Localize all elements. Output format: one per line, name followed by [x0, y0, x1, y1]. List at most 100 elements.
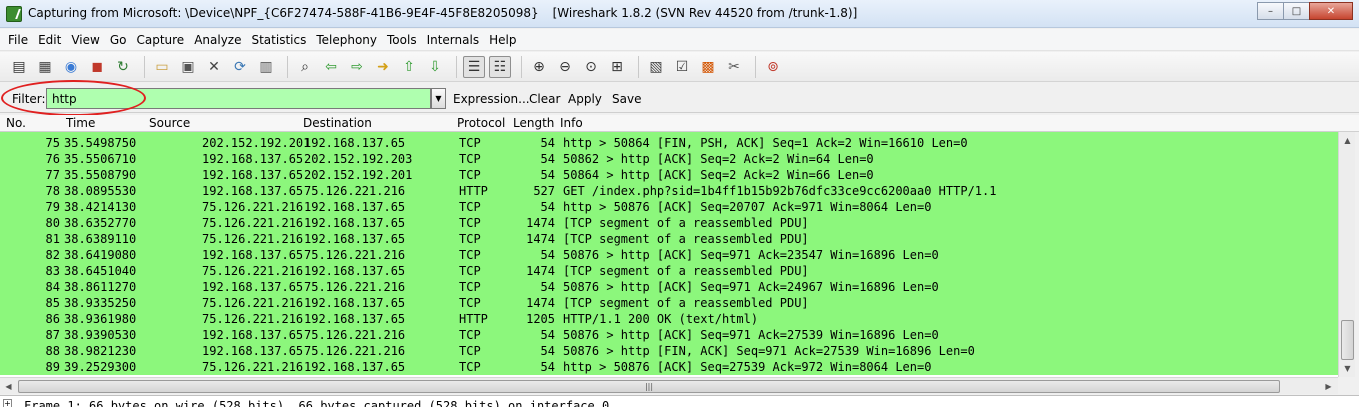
table-row[interactable]: 82 38.6419080 192.168.137.65 75.126.221.216…	[0, 247, 1338, 263]
menu-view[interactable]: View	[71, 33, 99, 47]
table-row[interactable]: 77 35.5508790 192.168.137.65 202.152.192.20…	[0, 167, 1338, 183]
close-button[interactable]: ✕	[1309, 2, 1353, 20]
open-file-icon[interactable]: ▭	[151, 56, 173, 78]
last-packet-icon[interactable]: ⇩	[424, 56, 446, 78]
normal-size-icon[interactable]: ⊙	[580, 56, 602, 78]
goto-packet-icon[interactable]: ➜	[372, 56, 394, 78]
help-icon[interactable]: ⊚	[762, 56, 784, 78]
save-filter-button[interactable]: Save	[612, 92, 641, 106]
preferences-icon[interactable]: ✂	[723, 56, 745, 78]
menu-analyze[interactable]: Analyze	[194, 33, 241, 47]
scroll-left-icon[interactable]: ◀	[0, 378, 17, 395]
scroll-right-icon[interactable]: ▶	[1320, 378, 1337, 395]
table-row[interactable]: 79 38.4214130 75.126.221.216 192.168.137.65…	[0, 199, 1338, 215]
packet-destination: 192.168.137.65	[304, 360, 406, 374]
packet-destination: 192.168.137.65	[304, 200, 406, 214]
table-row[interactable]: 80 38.6352770 75.126.221.216 192.168.137.65…	[0, 215, 1338, 231]
scroll-down-icon[interactable]: ▼	[1339, 360, 1356, 377]
print-icon[interactable]: ▥	[255, 56, 277, 78]
packet-source: 75.126.221.216	[202, 200, 304, 214]
first-packet-icon[interactable]: ⇧	[398, 56, 420, 78]
expression-button[interactable]: Expression...	[453, 92, 530, 106]
coloring-rules-icon[interactable]: ▩	[697, 56, 719, 78]
menu-help[interactable]: Help	[489, 33, 516, 47]
packet-info: [TCP segment of a reassembled PDU]	[563, 216, 809, 230]
packet-list-horizontal-scrollbar[interactable]: ◀ ||| ▶	[0, 377, 1338, 394]
horizontal-scroll-thumb[interactable]: |||	[18, 380, 1280, 393]
packet-destination: 192.168.137.65	[304, 232, 406, 246]
table-row[interactable]: 78 38.0895530 192.168.137.65 75.126.221.216…	[0, 183, 1338, 199]
column-info[interactable]: Info	[560, 116, 583, 130]
packet-source: 75.126.221.216	[202, 312, 304, 326]
display-filters-icon[interactable]: ☑	[671, 56, 693, 78]
table-row[interactable]: 75 35.5498750 202.152.192.201 192.168.137.6…	[0, 135, 1338, 151]
packet-protocol: TCP	[459, 152, 481, 166]
toolbar-separator	[287, 55, 288, 78]
minimize-button[interactable]: –	[1257, 2, 1284, 20]
table-row[interactable]: 84 38.8611270 192.168.137.65 75.126.221.216…	[0, 279, 1338, 295]
table-row[interactable]: 83 38.6451040 75.126.221.216 192.168.137.65…	[0, 263, 1338, 279]
table-row[interactable]: 85 38.9335250 75.126.221.216 192.168.137.65…	[0, 295, 1338, 311]
start-capture-icon[interactable]: ◉	[60, 56, 82, 78]
table-row[interactable]: 87 38.9390530 192.168.137.65 75.126.221.216…	[0, 327, 1338, 343]
resize-columns-icon[interactable]: ⊞	[606, 56, 628, 78]
save-file-icon[interactable]: ▣	[177, 56, 199, 78]
scroll-up-icon[interactable]: ▲	[1339, 132, 1356, 149]
back-icon-glyph: ⇦	[325, 58, 337, 75]
packet-destination: 192.168.137.65	[304, 312, 406, 326]
stop-capture-icon[interactable]: ◼	[86, 56, 108, 78]
column-no[interactable]: No.	[6, 116, 26, 130]
column-time[interactable]: Time	[66, 116, 95, 130]
menu-edit[interactable]: Edit	[38, 33, 61, 47]
expand-frame-icon[interactable]: +	[3, 399, 12, 407]
find-icon[interactable]: ⌕	[294, 56, 316, 78]
column-length[interactable]: Length	[513, 116, 554, 130]
maximize-button[interactable]: □	[1283, 2, 1310, 20]
interfaces-icon-glyph: ▤	[12, 58, 26, 75]
column-source[interactable]: Source	[149, 116, 190, 130]
normal-size-icon-glyph: ⊙	[585, 58, 597, 75]
packet-time: 38.4214130	[64, 200, 137, 214]
capture-options-icon[interactable]: ▦	[34, 56, 56, 78]
column-destination[interactable]: Destination	[303, 116, 372, 130]
reload-icon[interactable]: ⟳	[229, 56, 251, 78]
packet-destination: 75.126.221.216	[304, 344, 406, 358]
zoom-in-icon[interactable]: ⊕	[528, 56, 550, 78]
menu-telephony[interactable]: Telephony	[316, 33, 377, 47]
autoscroll-icon[interactable]: ☷	[489, 55, 511, 78]
menu-internals[interactable]: Internals	[427, 33, 480, 47]
packet-length: 54	[540, 136, 555, 150]
table-row[interactable]: 76 35.5506710 192.168.137.65 202.152.192.20…	[0, 151, 1338, 167]
filter-history-dropdown[interactable]: ▼	[431, 88, 446, 109]
apply-button[interactable]: Apply	[568, 92, 602, 106]
menu-file[interactable]: File	[8, 33, 28, 47]
menu-go[interactable]: Go	[110, 33, 127, 47]
back-icon[interactable]: ⇦	[320, 56, 342, 78]
forward-icon[interactable]: ⇨	[346, 56, 368, 78]
table-row[interactable]: 89 39.2529300 75.126.221.216 192.168.137.65…	[0, 359, 1338, 375]
table-row[interactable]: 86 38.9361980 75.126.221.216 192.168.137.65…	[0, 311, 1338, 327]
capture-filters-icon[interactable]: ▧	[645, 56, 667, 78]
table-row[interactable]: 88 38.9821230 192.168.137.65 75.126.221.216…	[0, 343, 1338, 359]
frame-summary-line[interactable]: Frame 1: 66 bytes on wire (528 bits), 66…	[24, 399, 609, 407]
vertical-scroll-thumb[interactable]	[1341, 320, 1354, 360]
interfaces-icon[interactable]: ▤	[8, 56, 30, 78]
clear-button[interactable]: Clear	[529, 92, 560, 106]
colorize-icon[interactable]: ☰	[463, 55, 485, 78]
toolbar-separator	[521, 55, 522, 78]
packet-details-pane: + Frame 1: 66 bytes on wire (528 bits), …	[0, 395, 1359, 407]
packet-list[interactable]: 75 35.5498750 202.152.192.201 192.168.137.6…	[0, 132, 1338, 377]
menu-statistics[interactable]: Statistics	[251, 33, 306, 47]
packet-length: 54	[540, 360, 555, 374]
packet-list-vertical-scrollbar[interactable]: ▲ ▼	[1338, 132, 1355, 377]
restart-capture-icon[interactable]: ↻	[112, 56, 134, 78]
close-file-icon[interactable]: ✕	[203, 56, 225, 78]
packet-source: 192.168.137.65	[202, 280, 304, 294]
zoom-out-icon[interactable]: ⊖	[554, 56, 576, 78]
menu-capture[interactable]: Capture	[136, 33, 184, 47]
column-protocol[interactable]: Protocol	[457, 116, 505, 130]
packet-length: 1474	[526, 216, 555, 230]
table-row[interactable]: 81 38.6389110 75.126.221.216 192.168.137.65…	[0, 231, 1338, 247]
menu-tools[interactable]: Tools	[387, 33, 417, 47]
toolbar-separator	[638, 55, 639, 78]
